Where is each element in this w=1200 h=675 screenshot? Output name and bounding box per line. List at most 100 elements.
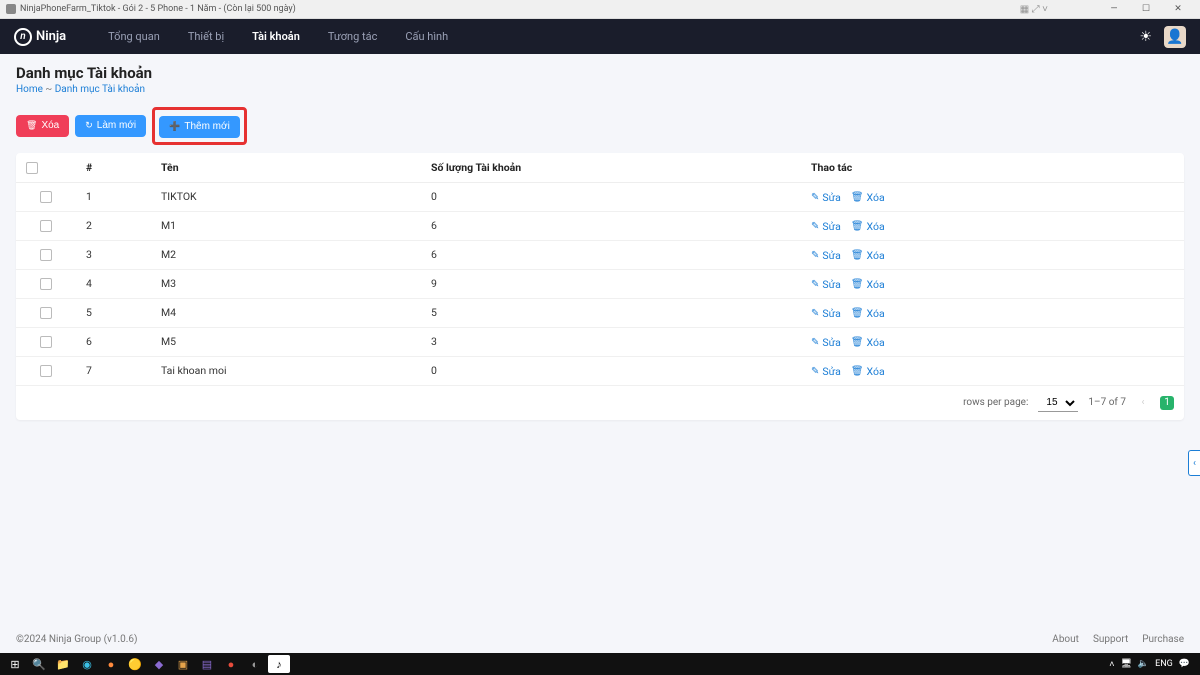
tray-lang[interactable]: ENG [1155,659,1173,669]
edit-icon: ✎ [811,308,819,319]
row-num: 5 [76,298,151,327]
edge-icon[interactable]: ◉ [76,655,98,673]
chrome-icon[interactable]: 🟡 [124,655,146,673]
row-checkbox[interactable] [40,220,52,232]
footer-about[interactable]: About [1052,634,1079,645]
logo-icon: n [14,28,32,46]
delete-action[interactable]: 🗑Xóa [851,336,885,349]
nav-overview[interactable]: Tổng quan [108,30,160,43]
edit-label: Sửa [822,191,840,204]
table-row: 2M16✎Sửa🗑Xóa [16,211,1184,240]
trash-icon: 🗑 [851,250,864,261]
app2-icon[interactable]: ▣ [172,655,194,673]
edit-icon: ✎ [811,221,819,232]
edit-action[interactable]: ✎Sửa [811,249,841,262]
delete-button[interactable]: 🗑 Xóa [16,115,69,137]
edit-action[interactable]: ✎Sửa [811,307,841,320]
prev-page-button[interactable]: ‹ [1136,396,1150,410]
edit-label: Sửa [822,307,840,320]
window-title-text: NinjaPhoneFarm_Tiktok - Gói 2 - 5 Phone … [20,4,296,14]
window-title-bar: NinjaPhoneFarm_Tiktok - Gói 2 - 5 Phone … [0,0,1200,19]
table-row: 7Tai khoan moi0✎Sửa🗑Xóa [16,356,1184,385]
row-name: M3 [151,269,421,298]
minimize-button[interactable]: — [1098,4,1130,14]
header-num: # [76,153,151,183]
edit-action[interactable]: ✎Sửa [811,336,841,349]
delete-action[interactable]: 🗑Xóa [851,365,885,378]
edit-action[interactable]: ✎Sửa [811,278,841,291]
row-num: 7 [76,356,151,385]
tray-network-icon[interactable]: 🖥 [1120,659,1131,669]
trash-icon: 🗑 [851,279,864,290]
edit-label: Sửa [822,249,840,262]
refresh-button[interactable]: ↻ Làm mới [75,115,146,137]
header-name: Tên [151,153,421,183]
app4-icon[interactable]: ● [220,655,242,673]
row-num: 2 [76,211,151,240]
close-button[interactable]: ✕ [1162,4,1194,14]
edit-icon: ✎ [811,366,819,377]
app3-icon[interactable]: ▤ [196,655,218,673]
toolbar: 🗑 Xóa ↻ Làm mới ➕ Thêm mới [16,107,1184,145]
firefox-icon[interactable]: ● [100,655,122,673]
edit-action[interactable]: ✎Sửa [811,365,841,378]
search-icon[interactable]: 🔍 [28,655,50,673]
grid-icon[interactable]: ▦ ⤢ ˅ [1020,4,1048,15]
maximize-button[interactable]: ☐ [1130,4,1162,14]
delete-action[interactable]: 🗑Xóa [851,249,885,262]
edit-icon: ✎ [811,337,819,348]
brand-logo[interactable]: n Ninja [14,28,66,46]
row-name: M4 [151,298,421,327]
breadcrumb-current: Danh mục Tài khoản [55,84,145,95]
footer-support[interactable]: Support [1093,634,1128,645]
pagination: rows per page: 15 1–7 of 7 ‹ 1 [16,386,1184,420]
app5-icon[interactable]: ◐ [244,655,266,673]
row-qty: 6 [421,211,801,240]
rows-per-page-select[interactable]: 15 [1038,394,1078,412]
row-qty: 0 [421,182,801,211]
select-all-checkbox[interactable] [26,162,38,174]
row-checkbox[interactable] [40,365,52,377]
row-qty: 3 [421,327,801,356]
tray-chevron-icon[interactable]: ˄ [1109,659,1114,670]
add-button-label: Thêm mới [184,121,229,132]
app1-icon[interactable]: ◆ [148,655,170,673]
breadcrumb-sep: ~ [45,84,52,95]
breadcrumb-home[interactable]: Home [16,84,43,95]
delete-label: Xóa [867,278,885,291]
row-checkbox[interactable] [40,307,52,319]
delete-action[interactable]: 🗑Xóa [851,220,885,233]
nav-accounts[interactable]: Tài khoản [252,30,300,43]
delete-action[interactable]: 🗑Xóa [851,307,885,320]
theme-toggle-icon[interactable]: ☀ [1139,29,1152,45]
delete-action[interactable]: 🗑Xóa [851,191,885,204]
app6-icon[interactable]: ♪ [268,655,290,673]
tray-speaker-icon[interactable]: 🔈 [1138,659,1149,669]
nav-interact[interactable]: Tương tác [328,30,377,43]
nav-devices[interactable]: Thiết bị [188,30,224,43]
trash-icon: 🗑 [851,221,864,232]
row-name: TIKTOK [151,182,421,211]
trash-icon: 🗑 [851,366,864,377]
row-checkbox[interactable] [40,249,52,261]
explorer-icon[interactable]: 📁 [52,655,74,673]
edit-action[interactable]: ✎Sửa [811,220,841,233]
row-checkbox[interactable] [40,336,52,348]
nav-config[interactable]: Cấu hình [405,30,448,43]
edit-action[interactable]: ✎Sửa [811,191,841,204]
footer-purchase[interactable]: Purchase [1142,634,1184,645]
tray-notifications-icon[interactable]: 💬 [1179,659,1190,669]
main-content: Danh mục Tài khoản Home ~ Danh mục Tài k… [0,54,1200,625]
row-checkbox[interactable] [40,278,52,290]
delete-action[interactable]: 🗑Xóa [851,278,885,291]
row-checkbox[interactable] [40,191,52,203]
delete-label: Xóa [867,336,885,349]
trash-icon: 🗑 [26,120,37,131]
user-avatar[interactable]: 👤 [1164,26,1186,48]
add-button[interactable]: ➕ Thêm mới [159,116,240,138]
page-title: Danh mục Tài khoản [16,64,1184,82]
side-expand-tab[interactable]: ‹ [1188,450,1200,476]
page-1-button[interactable]: 1 [1160,396,1174,410]
start-icon[interactable]: ⊞ [4,655,26,673]
plus-icon: ➕ [169,121,180,132]
